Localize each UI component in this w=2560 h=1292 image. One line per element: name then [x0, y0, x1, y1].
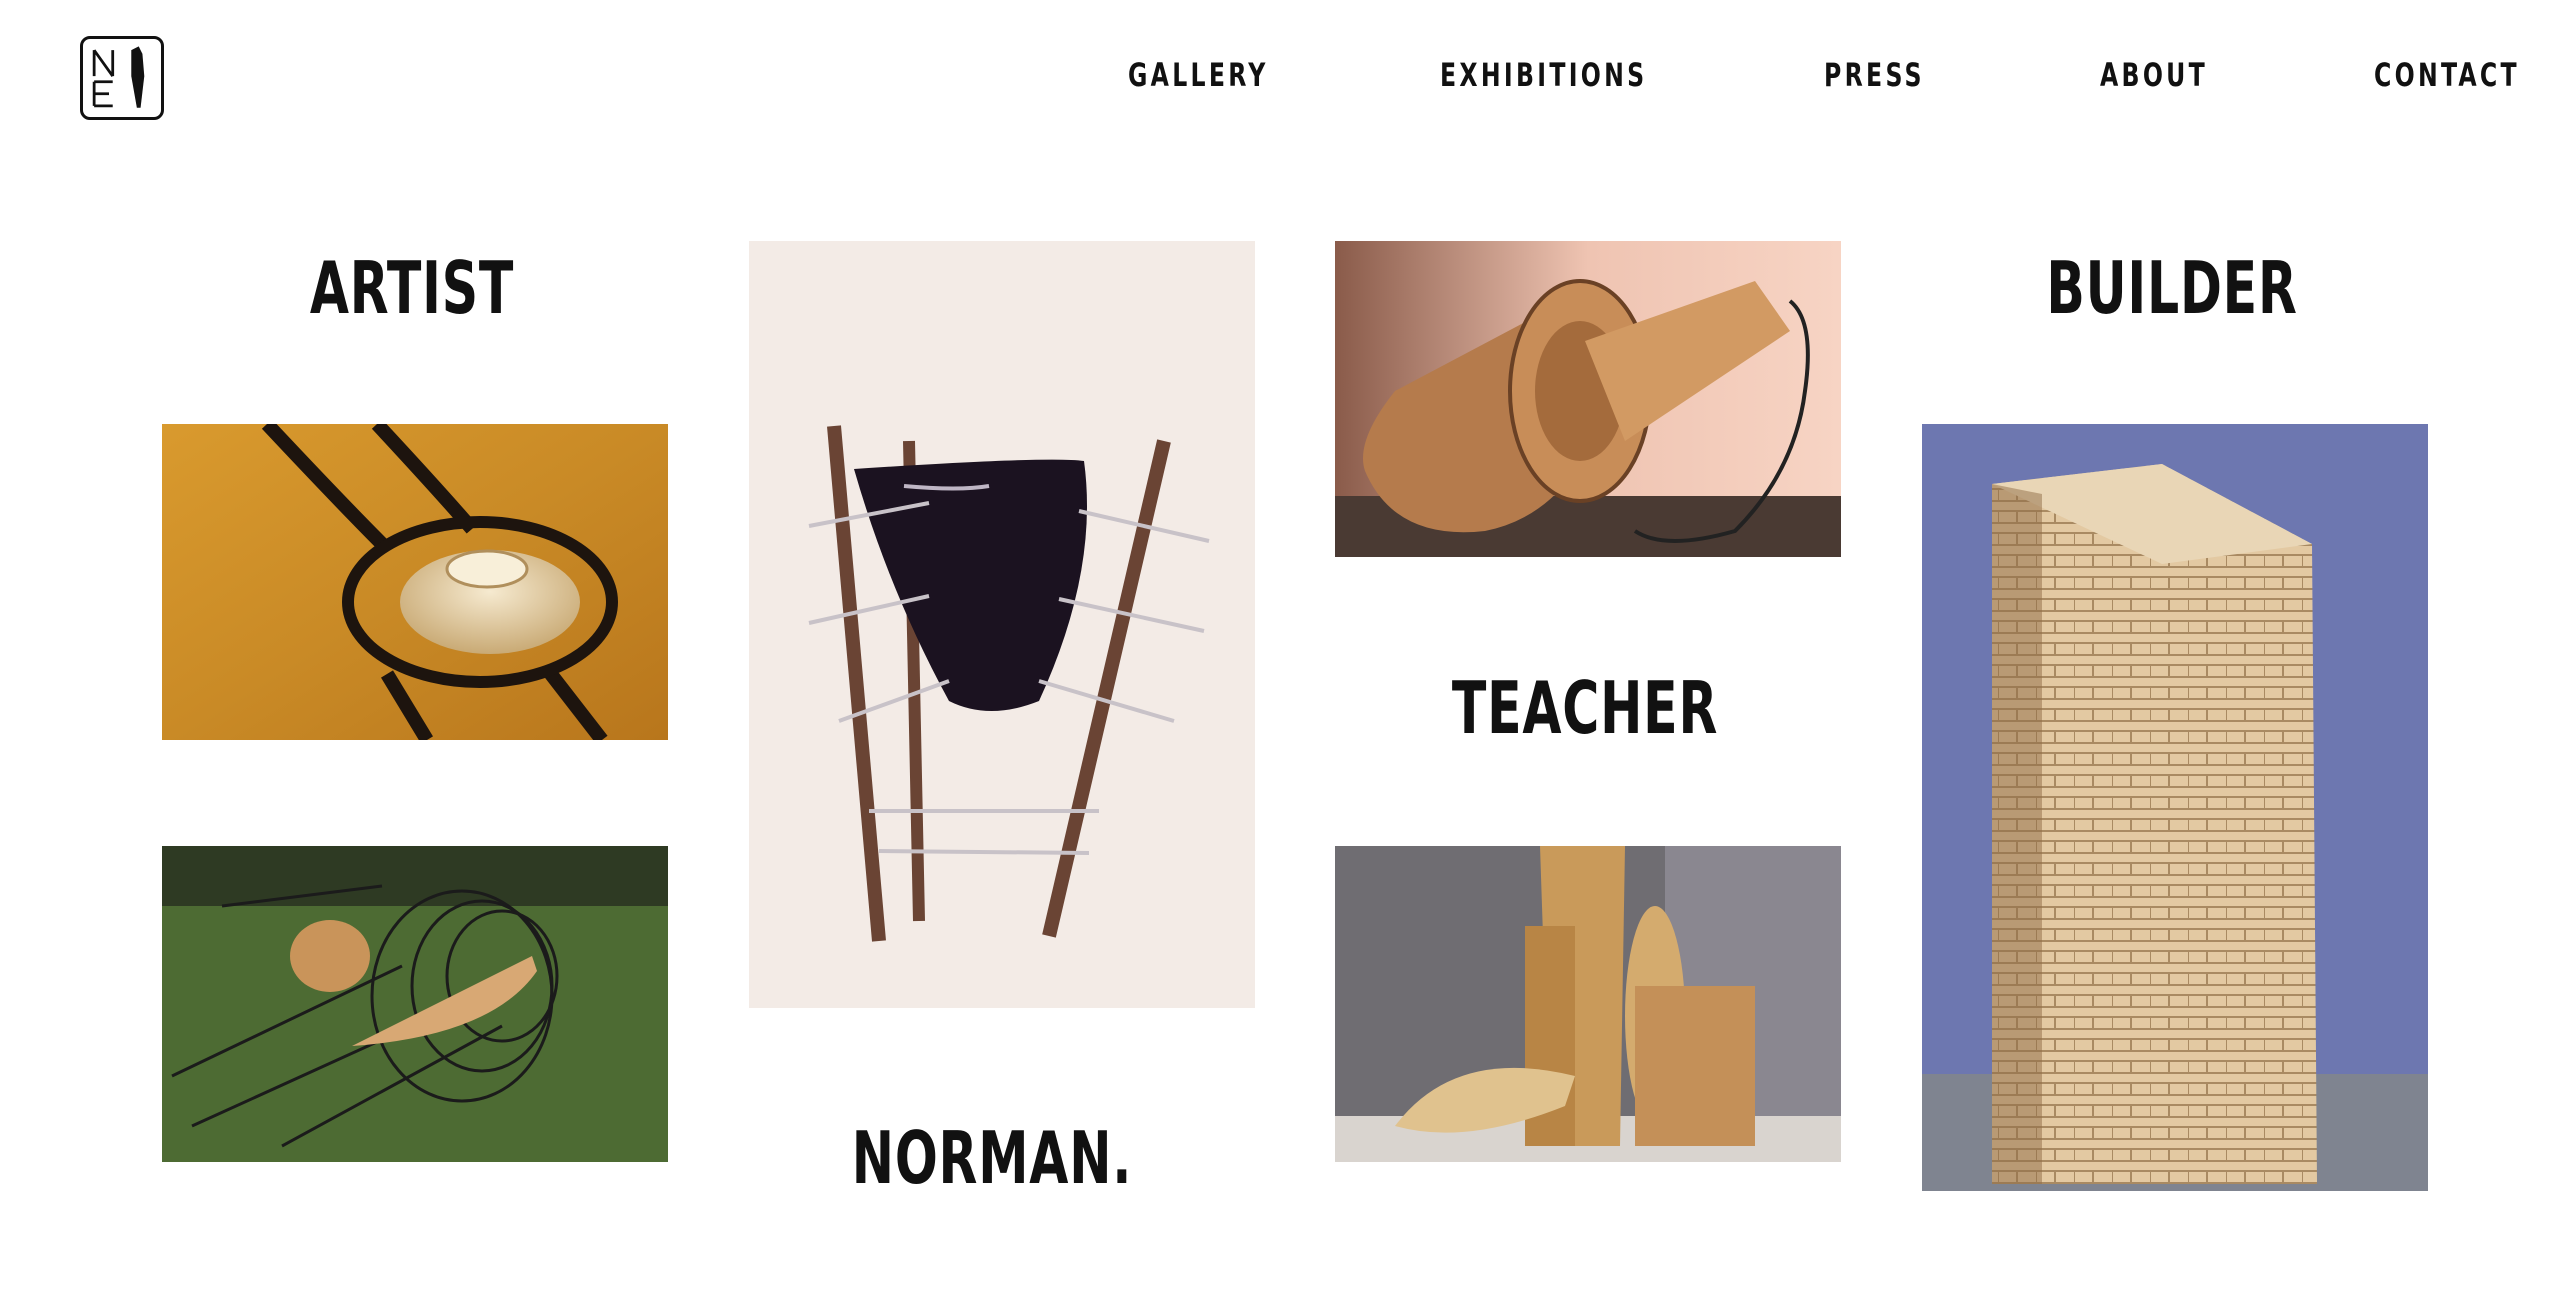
sculpture-wood-structure-image	[1335, 846, 1841, 1162]
heading-norman: NORMAN.	[851, 1116, 1133, 1200]
sculpture-wire-grass-image	[162, 846, 668, 1162]
sculpture-wood-cone-image	[1335, 241, 1841, 557]
sculpture-orange-disk-image	[162, 424, 668, 740]
gallery-tile-wood-cone[interactable]	[1335, 241, 1841, 557]
nav-exhibitions[interactable]: EXHIBITIONS	[1440, 56, 1647, 94]
nav-press[interactable]: PRESS	[1824, 56, 1925, 94]
gallery-tile-teacher[interactable]	[1335, 846, 1841, 1162]
gallery-tile-artist[interactable]	[162, 424, 668, 740]
site-header: GALLERY EXHIBITIONS PRESS ABOUT CONTACT	[0, 0, 2560, 160]
heading-artist: ARTIST	[309, 246, 515, 330]
nav-about[interactable]: ABOUT	[2100, 56, 2208, 94]
main-nav: GALLERY EXHIBITIONS PRESS ABOUT CONTACT	[0, 56, 2560, 96]
gallery-tile-builder[interactable]	[1922, 424, 2428, 1191]
heading-builder: BUILDER	[2046, 246, 2298, 330]
nav-gallery[interactable]: GALLERY	[1128, 56, 1269, 94]
gallery-tile-norman[interactable]	[749, 241, 1255, 1008]
sculpture-brick-tower-image	[1922, 424, 2428, 1191]
gallery-tile-wire-grass[interactable]	[162, 846, 668, 1162]
heading-teacher: TEACHER	[1451, 666, 1719, 750]
nav-contact[interactable]: CONTACT	[2374, 56, 2520, 94]
sculpture-black-vessel-image	[749, 241, 1255, 1008]
